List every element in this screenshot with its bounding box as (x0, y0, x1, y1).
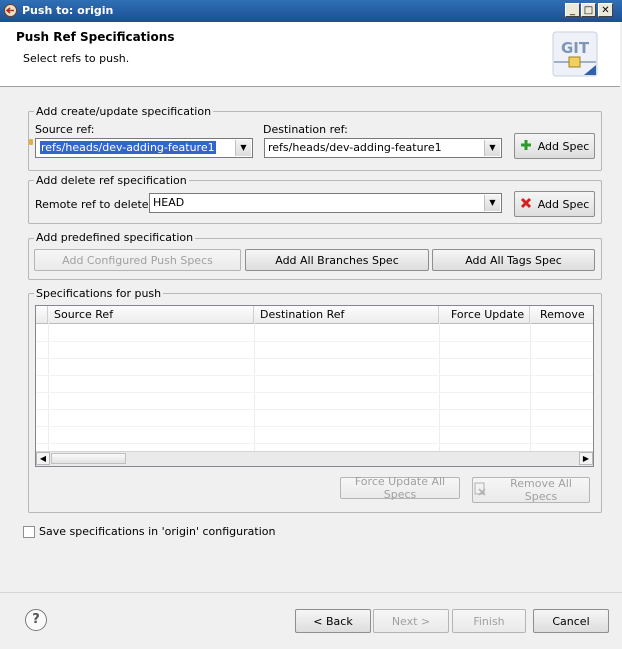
create-update-legend: Add create/update specification (34, 105, 214, 118)
table-header: Source Ref Destination Ref Force Update … (36, 306, 593, 324)
close-window-button[interactable]: ✕ (598, 3, 613, 17)
wizard-header: Push Ref Specifications Select refs to p… (0, 22, 620, 87)
row-header-cell (36, 306, 48, 323)
svg-text:GIT: GIT (561, 39, 590, 57)
destination-ref-combo[interactable]: refs/heads/dev-adding-feature1 ▼ (264, 138, 502, 158)
column-source-ref[interactable]: Source Ref (48, 306, 254, 323)
add-all-tags-spec-button[interactable]: Add All Tags Spec (432, 249, 595, 271)
next-button[interactable]: Next > (373, 609, 449, 633)
chevron-down-icon[interactable]: ▼ (484, 195, 500, 211)
window-title: Push to: origin (22, 4, 114, 17)
force-update-all-specs-button[interactable]: Force Update All Specs (340, 475, 460, 501)
delete-ref-legend: Add delete ref specification (34, 174, 189, 187)
add-all-branches-spec-button[interactable]: Add All Branches Spec (245, 249, 429, 271)
remote-ref-value: HEAD (153, 196, 185, 209)
remote-ref-label: Remote ref to delete: (35, 198, 153, 211)
add-configured-push-specs-button[interactable]: Add Configured Push Specs (34, 249, 241, 271)
remove-all-label: Remove All Specs (510, 477, 572, 503)
maximize-button[interactable]: □ (581, 3, 596, 17)
back-button[interactable]: < Back (295, 609, 371, 633)
chevron-down-icon[interactable]: ▼ (235, 140, 251, 156)
source-ref-combo[interactable]: refs/heads/dev-adding-feature1 ▼ (35, 138, 253, 158)
scroll-left-icon[interactable]: ◀ (36, 452, 50, 465)
horizontal-scrollbar[interactable]: ◀ ▶ (36, 451, 593, 466)
add-plus-icon (520, 139, 532, 154)
save-config-checkbox[interactable] (23, 526, 35, 538)
chevron-down-icon[interactable]: ▼ (484, 140, 500, 156)
git-push-icon (4, 4, 17, 17)
scroll-right-icon[interactable]: ▶ (579, 452, 593, 465)
page-title: Push Ref Specifications (16, 30, 175, 44)
save-config-label[interactable]: Save specifications in 'origin' configur… (39, 525, 275, 538)
page-description: Select refs to push. (23, 52, 130, 65)
add-spec-label: Add Spec (537, 139, 590, 153)
specs-legend: Specifications for push (34, 287, 164, 300)
delete-x-icon (520, 197, 532, 212)
remote-ref-combo[interactable]: HEAD ▼ (149, 193, 502, 213)
specs-table[interactable]: Source Ref Destination Ref Force Update … (35, 305, 594, 467)
add-delete-spec-button[interactable]: Add Spec (514, 191, 595, 217)
column-destination-ref[interactable]: Destination Ref (254, 306, 439, 323)
column-force-update[interactable]: Force Update (439, 306, 530, 323)
destination-ref-value: refs/heads/dev-adding-feature1 (268, 141, 442, 154)
source-ref-label: Source ref: (35, 123, 95, 136)
cancel-button[interactable]: Cancel (533, 609, 609, 633)
destination-ref-label: Destination ref: (263, 123, 348, 136)
remove-all-icon (473, 482, 487, 499)
predefined-legend: Add predefined specification (34, 231, 196, 244)
column-remove[interactable]: Remove (530, 306, 593, 323)
source-ref-value: refs/heads/dev-adding-feature1 (40, 141, 216, 154)
finish-button[interactable]: Finish (452, 609, 526, 633)
minimize-button[interactable]: _ (565, 3, 580, 17)
content-assist-hint-icon (29, 139, 33, 145)
remove-all-specs-button[interactable]: Remove All Specs (472, 477, 590, 503)
title-bar: Push to: origin _ □ ✕ (0, 0, 622, 22)
add-update-spec-button[interactable]: Add Spec (514, 133, 595, 159)
add-spec-label: Add Spec (537, 197, 590, 211)
git-logo: GIT (552, 31, 598, 79)
help-icon[interactable]: ? (25, 609, 47, 631)
scrollbar-thumb[interactable] (51, 453, 126, 464)
footer-separator (0, 592, 622, 593)
